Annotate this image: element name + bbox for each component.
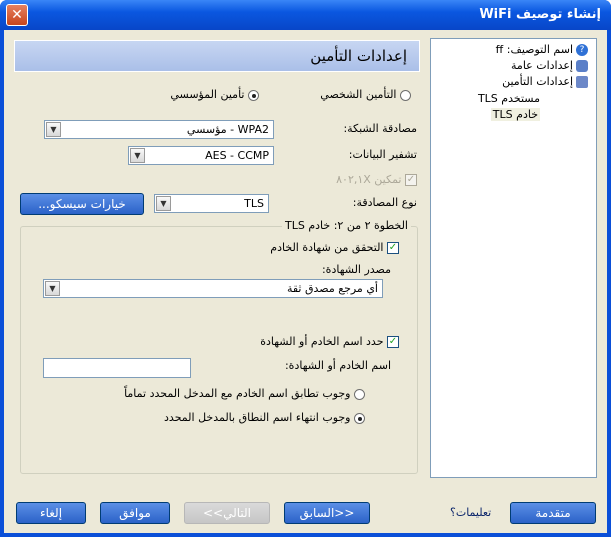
wifi-profile-dialog: ✕ إنشاء توصيف WiFi ?اسم التوصيف: ff إعدا…	[0, 0, 611, 537]
network-auth-value: WPA2 - مؤسسي	[186, 123, 269, 136]
nav-item-tls-server[interactable]: خادم TLS	[490, 108, 540, 121]
cancel-button[interactable]: إلغاء	[16, 502, 86, 524]
profile-nav-tree: ?اسم التوصيف: ff إعدادات عامة إعدادات ال…	[430, 38, 597, 478]
domain-end-radio[interactable]: وجوب انتهاء اسم النطاق بالمدخل المحدد	[164, 411, 365, 424]
radio-button[interactable]	[354, 388, 365, 400]
chevron-down-icon[interactable]: ▼	[46, 122, 61, 137]
verify-server-cert-checkbox[interactable]: ✓ التحقق من شهادة الخادم	[270, 241, 399, 254]
auth-type-label: نوع المصادقة:	[352, 196, 417, 209]
auth-type-select[interactable]: TLS ▼	[154, 194, 269, 213]
checkbox[interactable]: ✓	[405, 174, 417, 186]
enterprise-security-label: تأمين المؤسسي	[170, 88, 245, 101]
cisco-options-button[interactable]: خيارات سيسكو...	[20, 193, 144, 215]
lock-icon	[576, 76, 588, 88]
section-header: إعدادات التأمين	[14, 40, 420, 72]
chevron-down-icon[interactable]: ▼	[130, 148, 145, 163]
chevron-down-icon[interactable]: ▼	[156, 196, 171, 211]
chevron-down-icon[interactable]: ▼	[45, 281, 60, 296]
back-button[interactable]: <<السابق	[284, 502, 370, 524]
network-auth-label: مصادقة الشبكة:	[343, 122, 417, 135]
radio-button[interactable]	[400, 89, 411, 101]
data-encryption-label: تشفير البيانات:	[348, 148, 417, 161]
domain-end-label: وجوب انتهاء اسم النطاق بالمدخل المحدد	[164, 411, 351, 424]
nav-label: مستخدم TLS	[477, 92, 540, 105]
step-title: الخطوة ٢ من ٢: خادم TLS	[282, 219, 411, 232]
info-icon: ?	[576, 44, 588, 56]
title-bar: ✕ إنشاء توصيف WiFi	[0, 0, 611, 30]
nav-item-general-settings[interactable]: إعدادات عامة	[511, 59, 588, 72]
page-title: إعدادات التأمين	[310, 47, 407, 65]
exact-match-label: وجوب تطابق اسم الخادم مع المدخل المحدد ت…	[124, 387, 351, 400]
close-button[interactable]: ✕	[6, 4, 28, 26]
data-encryption-value: AES - CCMP	[205, 149, 269, 162]
enable-8021x-label: تمكين ٨٠٢,١X	[336, 173, 402, 186]
server-name-label: اسم الخادم أو الشهادة:	[284, 359, 391, 372]
auth-type-value: TLS	[244, 197, 264, 210]
nav-label: إعدادات التأمين	[502, 75, 573, 88]
cert-source-select[interactable]: أي مرجع مصدق ثقة ▼	[43, 279, 383, 298]
checkbox[interactable]: ✓	[387, 336, 399, 348]
nav-item-security-settings[interactable]: إعدادات التأمين	[502, 75, 588, 88]
enterprise-security-radio[interactable]: تأمين المؤسسي	[170, 88, 259, 101]
radio-button[interactable]	[354, 412, 365, 424]
data-encryption-select[interactable]: AES - CCMP ▼	[128, 146, 274, 165]
server-name-input[interactable]	[43, 358, 191, 378]
network-auth-select[interactable]: WPA2 - مؤسسي ▼	[44, 120, 274, 139]
cert-source-label: مصدر الشهادة:	[321, 263, 391, 276]
personal-security-label: التأمين الشخصي	[320, 88, 397, 101]
next-button[interactable]: التالي>>	[184, 502, 270, 524]
dialog-body: ?اسم التوصيف: ff إعدادات عامة إعدادات ال…	[4, 30, 607, 533]
nav-label: إعدادات عامة	[511, 59, 573, 72]
nav-label: اسم التوصيف: ff	[495, 43, 573, 56]
checkbox[interactable]: ✓	[387, 242, 399, 254]
enable-8021x-checkbox[interactable]: ✓ تمكين ٨٠٢,١X	[336, 173, 417, 186]
radio-button[interactable]	[248, 89, 259, 101]
close-icon: ✕	[11, 7, 23, 23]
specify-server-label: حدد اسم الخادم أو الشهادة	[260, 335, 384, 348]
nav-item-tls-user[interactable]: مستخدم TLS	[478, 92, 540, 105]
exact-match-radio[interactable]: وجوب تطابق اسم الخادم مع المدخل المحدد ت…	[124, 387, 365, 400]
help-link[interactable]: تعليمات؟	[450, 506, 491, 519]
cert-source-value: أي مرجع مصدق ثقة	[286, 282, 378, 295]
ok-button[interactable]: موافق	[100, 502, 170, 524]
nav-label: خادم TLS	[492, 108, 538, 121]
specify-server-checkbox[interactable]: ✓ حدد اسم الخادم أو الشهادة	[260, 335, 399, 348]
personal-security-radio[interactable]: التأمين الشخصي	[320, 88, 411, 101]
advanced-button[interactable]: متقدمة	[510, 502, 596, 524]
nav-item-profile-name[interactable]: ?اسم التوصيف: ff	[496, 43, 588, 56]
users-icon	[576, 60, 588, 72]
tls-server-group: الخطوة ٢ من ٢: خادم TLS ✓ التحقق من شهاد…	[20, 219, 418, 474]
verify-server-cert-label: التحقق من شهادة الخادم	[270, 241, 384, 254]
window-title: إنشاء توصيف WiFi	[479, 7, 601, 22]
